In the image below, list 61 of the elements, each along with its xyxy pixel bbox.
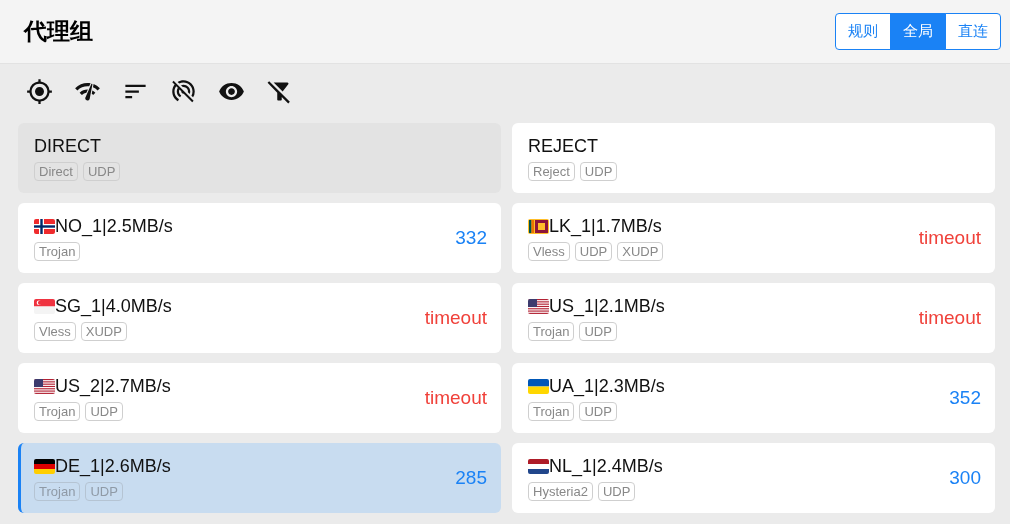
proxy-tag: UDP <box>579 402 617 421</box>
proxy-name: SG_1|4.0MB/s <box>55 295 172 317</box>
flag-icon <box>34 458 55 474</box>
signal-off-icon[interactable] <box>170 77 197 105</box>
mode-tab[interactable]: 规则 <box>835 13 891 50</box>
mode-tab[interactable]: 全局 <box>890 13 946 50</box>
latency-value[interactable]: timeout <box>918 303 981 333</box>
proxy-tag: Trojan <box>528 322 575 341</box>
proxy-tag: Trojan <box>34 402 81 421</box>
proxy-tag: Trojan <box>34 242 81 261</box>
flag-icon <box>34 218 55 234</box>
proxy-name: US_2|2.7MB/s <box>55 375 171 397</box>
proxy-tag: Reject <box>528 162 575 181</box>
proxy-tag: UDP <box>85 482 123 501</box>
proxy-tag: Direct <box>34 162 78 181</box>
latency-value[interactable]: timeout <box>918 223 981 253</box>
proxy-tag: Vless <box>528 242 570 261</box>
proxy-name: DIRECT <box>34 135 101 157</box>
proxy-name: UA_1|2.3MB/s <box>549 375 665 397</box>
proxy-card[interactable]: NL_1|2.4MB/s Hysteria2 UDP 300 <box>512 443 995 513</box>
proxy-card[interactable]: DE_1|2.6MB/s Trojan UDP 285 <box>18 443 501 513</box>
proxy-card[interactable]: US_1|2.1MB/s Trojan UDP timeout <box>512 283 995 353</box>
proxy-tag: UDP <box>85 402 123 421</box>
proxy-tag: Vless <box>34 322 76 341</box>
proxy-card[interactable]: UA_1|2.3MB/s Trojan UDP 352 <box>512 363 995 433</box>
proxy-card[interactable]: US_2|2.7MB/s Trojan UDP timeout <box>18 363 501 433</box>
latency-value[interactable]: 285 <box>455 463 487 493</box>
flag-icon <box>34 378 55 394</box>
proxy-tag: XUDP <box>617 242 664 261</box>
latency-value[interactable]: 352 <box>949 383 981 413</box>
proxy-tag: Trojan <box>528 402 575 421</box>
latency-value[interactable]: timeout <box>424 303 487 333</box>
flag-icon <box>528 298 549 314</box>
proxy-tag: Trojan <box>34 482 81 501</box>
proxy-card[interactable]: LK_1|1.7MB/s Vless UDP XUDP timeout <box>512 203 995 273</box>
proxy-name: NO_1|2.5MB/s <box>55 215 173 237</box>
proxy-tag: Hysteria2 <box>528 482 593 501</box>
latency-value[interactable]: 332 <box>455 223 487 253</box>
proxy-tag: XUDP <box>80 322 127 341</box>
flag-icon <box>528 378 549 394</box>
locate-icon[interactable] <box>26 77 53 105</box>
proxy-name: LK_1|1.7MB/s <box>549 215 662 237</box>
proxy-name: DE_1|2.6MB/s <box>55 455 171 477</box>
latency-value[interactable]: timeout <box>424 383 487 413</box>
proxy-card[interactable]: NO_1|2.5MB/s Trojan 332 <box>18 203 501 273</box>
proxy-tag: UDP <box>82 162 121 181</box>
proxy-card[interactable]: REJECT Reject UDP <box>512 123 995 193</box>
proxy-name: US_1|2.1MB/s <box>549 295 665 317</box>
flag-icon <box>528 458 549 474</box>
proxy-name: NL_1|2.4MB/s <box>549 455 663 477</box>
proxy-tag: UDP <box>579 162 618 181</box>
proxy-card[interactable]: SG_1|4.0MB/s Vless XUDP timeout <box>18 283 501 353</box>
proxy-tag: UDP <box>574 242 613 261</box>
page-title: 代理组 <box>24 17 93 47</box>
flag-icon <box>34 298 55 314</box>
proxy-name: REJECT <box>528 135 598 157</box>
mode-tab[interactable]: 直连 <box>945 13 1001 50</box>
flag-icon <box>528 218 549 234</box>
latency-value[interactable]: 300 <box>949 463 981 493</box>
proxy-tag: UDP <box>579 322 617 341</box>
proxy-tag: UDP <box>597 482 636 501</box>
